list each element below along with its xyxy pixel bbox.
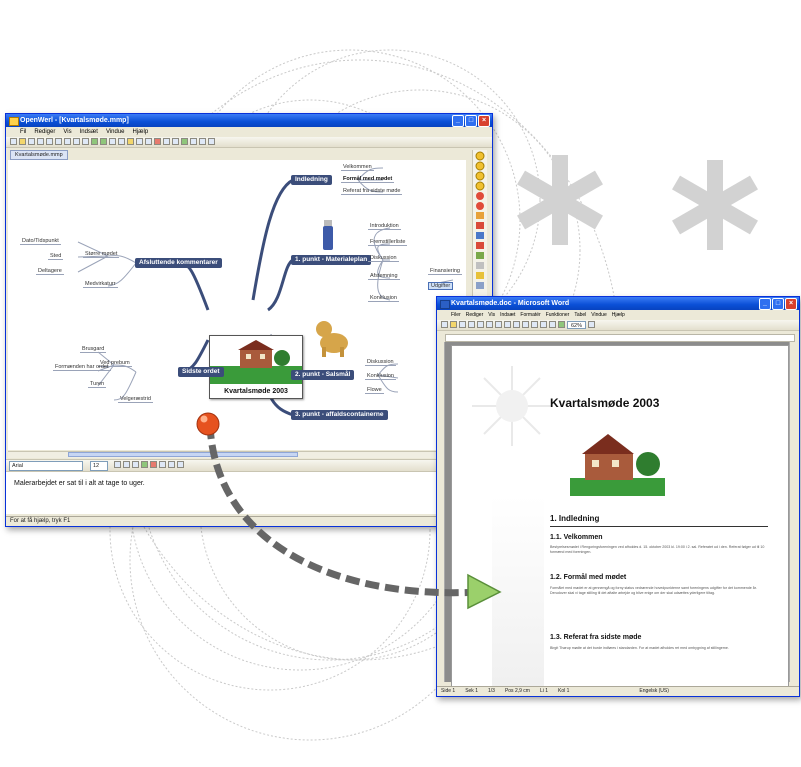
start-ball-icon — [196, 412, 220, 436]
export-arrow — [196, 412, 502, 610]
arrow-head-icon — [467, 573, 502, 610]
